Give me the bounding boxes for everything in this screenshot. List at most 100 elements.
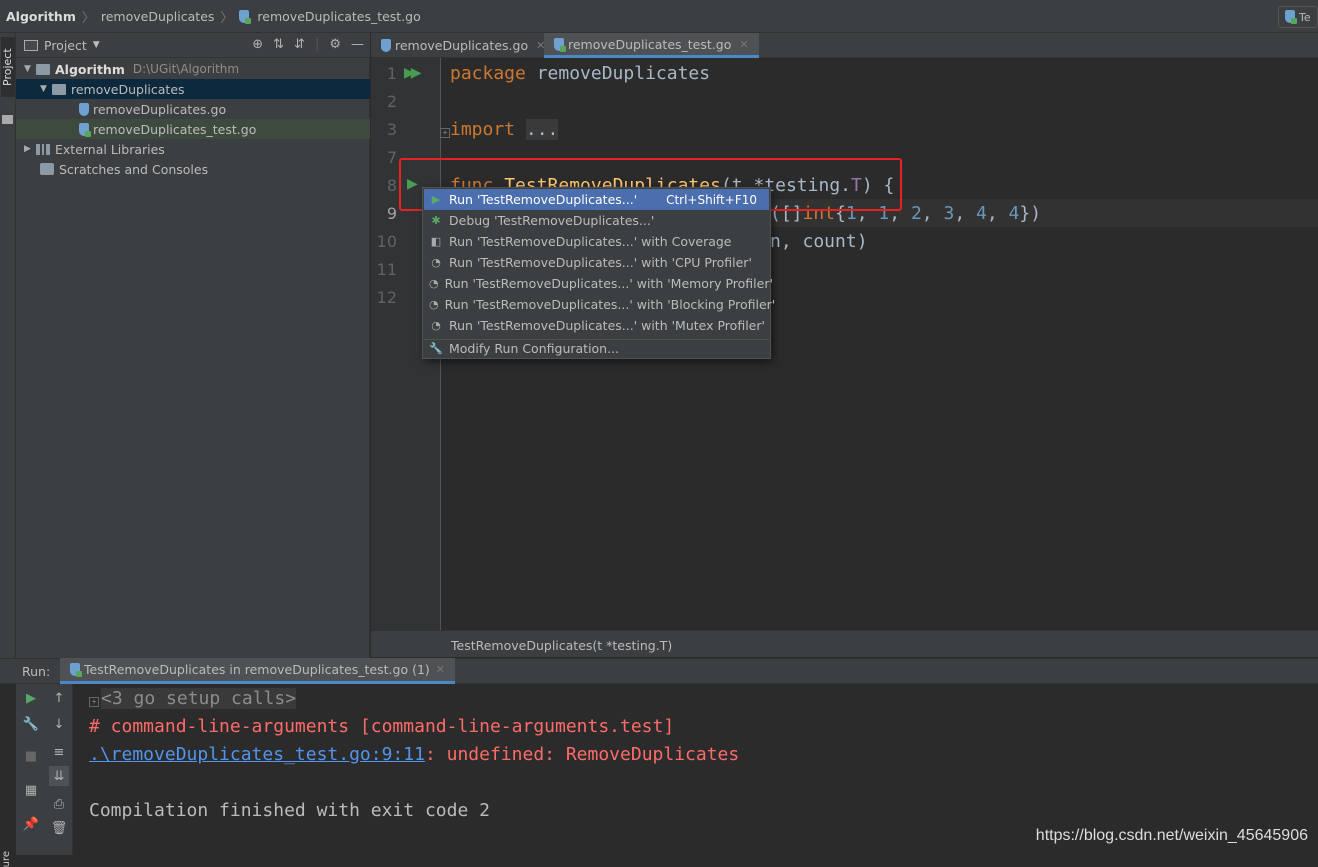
breadcrumb-project[interactable]: Algorithm — [6, 9, 76, 24]
line-number: 9 — [371, 204, 397, 223]
run-icon: ▶ — [429, 194, 443, 206]
tree-item-removeduplicates[interactable]: ▼ removeDuplicates — [16, 79, 370, 99]
menu-item-cpu-profiler[interactable]: ◔ Run 'TestRemoveDuplicates...' with 'CP… — [424, 252, 769, 273]
number-literal: 4 — [1009, 203, 1020, 224]
run-config-selector[interactable]: Te — [1278, 6, 1318, 28]
package-name: removeDuplicates — [537, 63, 710, 84]
profiler-icon: ◔ — [429, 257, 443, 269]
line-number: 2 — [371, 92, 397, 111]
line-number: 10 — [371, 232, 397, 251]
breadcrumb-function[interactable]: TestRemoveDuplicates(t *testing.T) — [451, 638, 672, 653]
collapse-all-icon[interactable]: ⇵ — [294, 37, 305, 52]
editor-tabs: removeDuplicates.go ✕ removeDuplicates_t… — [371, 33, 1318, 58]
code-text: n, count) — [770, 231, 868, 252]
menu-item-label: Run 'TestRemoveDuplicates...' with Cover… — [449, 234, 732, 249]
tab-label: removeDuplicates_test.go — [568, 37, 731, 52]
run-tab[interactable]: TestRemoveDuplicates in removeDuplicates… — [60, 658, 455, 684]
line-number: 12 — [371, 288, 397, 307]
arrow-down-icon[interactable]: ↓ — [49, 714, 69, 734]
run-panel-header: Run: TestRemoveDuplicates in removeDupli… — [0, 658, 1318, 684]
project-tool-window-button[interactable]: Project — [1, 37, 15, 97]
tab-removeduplicates-test-go[interactable]: removeDuplicates_test.go ✕ — [544, 33, 759, 58]
expand-all-icon[interactable]: ⇅ — [273, 37, 284, 52]
tree-item-label: Algorithm — [55, 62, 125, 77]
gear-icon[interactable]: ⚙ — [329, 37, 341, 52]
trash-icon[interactable]: 🗑 — [49, 818, 69, 838]
fold-expand-icon[interactable]: + — [440, 128, 450, 138]
arrow-up-icon[interactable]: ↑ — [49, 688, 69, 708]
tree-item-label: Scratches and Consoles — [59, 162, 208, 177]
close-icon[interactable]: ✕ — [739, 38, 748, 51]
go-test-file-icon — [70, 663, 80, 676]
tree-item-removeduplicates-go[interactable]: removeDuplicates.go — [16, 99, 370, 119]
pin-icon[interactable]: 📌 — [21, 814, 41, 834]
tab-removeduplicates-go[interactable]: removeDuplicates.go ✕ — [371, 33, 555, 58]
line-number: 7 — [371, 148, 397, 167]
stop-icon[interactable]: ■ — [21, 746, 41, 766]
soft-wrap-icon[interactable]: ≡ — [49, 742, 69, 762]
chevron-down-icon[interactable]: ▼ — [40, 84, 52, 94]
toolbar-divider: | — [315, 37, 319, 52]
keyword-import: import — [450, 119, 515, 140]
chevron-down-icon[interactable]: ▼ — [24, 64, 36, 74]
tree-item-label: External Libraries — [55, 142, 165, 157]
profiler-icon: ◔ — [429, 299, 439, 311]
project-view-label[interactable]: Project — [44, 38, 87, 53]
scroll-to-end-icon[interactable]: ⇊ — [49, 766, 69, 786]
menu-item-coverage[interactable]: ◧ Run 'TestRemoveDuplicates...' with Cov… — [424, 231, 769, 252]
chevron-right-icon[interactable]: ▶ — [24, 144, 36, 154]
print-icon[interactable]: ⎙ — [49, 794, 69, 814]
go-test-file-icon — [1285, 10, 1295, 23]
menu-item-label: Run 'TestRemoveDuplicates...' with 'CPU … — [449, 255, 752, 270]
rerun-icon[interactable]: ▶ — [21, 688, 41, 708]
menu-item-modify-config[interactable]: 🔧 Modify Run Configuration... — [424, 338, 769, 359]
watermark: https://blog.csdn.net/weixin_45645906 — [1036, 827, 1308, 845]
left-tool-stripe: Project ure — [0, 33, 16, 658]
scratches-icon — [40, 163, 54, 175]
go-test-file-icon — [79, 123, 89, 136]
breadcrumb-file[interactable]: removeDuplicates_test.go — [257, 9, 420, 24]
wrench-icon: 🔧 — [429, 343, 443, 355]
tree-item-scratches[interactable]: Scratches and Consoles — [16, 159, 370, 179]
tree-item-removeduplicates-test-go[interactable]: removeDuplicates_test.go — [16, 119, 370, 139]
keyword-package: package — [450, 63, 526, 84]
layout-icon[interactable]: ▦ — [21, 780, 41, 800]
folder-icon — [52, 84, 66, 95]
menu-item-blocking-profiler[interactable]: ◔ Run 'TestRemoveDuplicates...' with 'Bl… — [424, 294, 769, 315]
structure-tool-window-button[interactable]: ure — [1, 851, 12, 867]
coverage-icon: ◧ — [429, 236, 443, 248]
run-all-tests-icon[interactable]: ▶▶ — [404, 65, 418, 81]
folder-icon — [36, 64, 50, 75]
menu-item-debug[interactable]: ✱ Debug 'TestRemoveDuplicates...' — [424, 210, 769, 231]
wrench-icon[interactable]: 🔧 — [21, 714, 41, 734]
error-message: : undefined: RemoveDuplicates — [425, 744, 739, 765]
go-file-icon — [79, 103, 89, 116]
menu-item-label: Run 'TestRemoveDuplicates...' with 'Memo… — [445, 276, 773, 291]
number-literal: 3 — [943, 203, 954, 224]
menu-item-label: Run 'TestRemoveDuplicates...' with 'Mute… — [449, 318, 765, 333]
tree-item-label: removeDuplicates — [71, 82, 185, 97]
menu-item-memory-profiler[interactable]: ◔ Run 'TestRemoveDuplicates...' with 'Me… — [424, 273, 769, 294]
minimize-icon[interactable]: — — [351, 37, 364, 52]
close-icon[interactable]: ✕ — [436, 663, 445, 676]
breadcrumb-folder[interactable]: removeDuplicates — [101, 9, 215, 24]
console-error-location-line: .\removeDuplicates_test.go:9:11: undefin… — [89, 744, 739, 765]
profiler-icon: ◔ — [429, 278, 439, 290]
error-source-link[interactable]: .\removeDuplicates_test.go:9:11 — [89, 744, 425, 765]
folded-imports[interactable]: ... — [526, 119, 559, 140]
tree-item-external-libraries[interactable]: ▶ External Libraries — [16, 139, 370, 159]
code-line-1: package removeDuplicates — [450, 63, 710, 84]
folder-icon[interactable] — [2, 115, 13, 124]
go-file-icon — [381, 39, 391, 52]
chevron-down-icon[interactable]: ▼ — [93, 40, 100, 50]
project-tree: ▼ Algorithm D:\UGit\Algorithm ▼ removeDu… — [16, 58, 370, 658]
menu-item-run[interactable]: ▶ Run 'TestRemoveDuplicates...' Ctrl+Shi… — [424, 189, 769, 210]
console-setup-line: +<3 go setup calls> — [89, 688, 296, 709]
setup-calls-text[interactable]: <3 go setup calls> — [101, 688, 296, 709]
locate-icon[interactable]: ⊕ — [252, 37, 263, 52]
tree-item-algorithm[interactable]: ▼ Algorithm D:\UGit\Algorithm — [16, 59, 370, 79]
menu-item-mutex-profiler[interactable]: ◔ Run 'TestRemoveDuplicates...' with 'Mu… — [424, 315, 769, 336]
breadcrumb-separator: 〉 — [220, 7, 233, 26]
run-panel-label: Run: — [0, 664, 60, 679]
fold-expand-icon[interactable]: + — [89, 697, 99, 707]
